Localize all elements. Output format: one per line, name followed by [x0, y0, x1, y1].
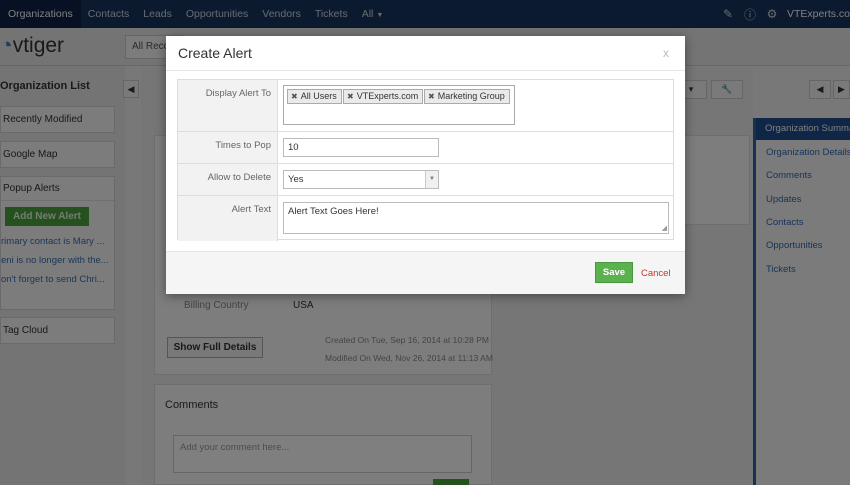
recipient-tag: ✖ Marketing Group: [424, 89, 510, 104]
remove-tag-icon[interactable]: ✖: [291, 92, 298, 101]
allow-to-delete-value: Yes: [288, 174, 304, 185]
allow-to-delete-label: Allow to Delete: [178, 164, 277, 195]
recipient-tag: ✖ VTExperts.com: [343, 89, 424, 104]
form-row-alert-text: Alert Text Alert Text Goes Here! ◢: [178, 196, 673, 241]
times-to-pop-label: Times to Pop: [178, 132, 277, 163]
alert-form: Display Alert To ✖ All Users ✖ VTExperts.c…: [177, 79, 674, 241]
resize-handle-icon[interactable]: ◢: [662, 224, 667, 232]
alert-text-cell: Alert Text Goes Here! ◢: [277, 196, 673, 241]
close-icon[interactable]: x: [663, 46, 669, 60]
remove-tag-icon[interactable]: ✖: [428, 92, 435, 101]
allow-to-delete-cell: Yes ▼: [277, 164, 673, 195]
cancel-link[interactable]: Cancel: [641, 268, 671, 279]
alert-text-value: Alert Text Goes Here!: [288, 206, 379, 217]
display-alert-to-label: Display Alert To: [178, 80, 277, 131]
chevron-down-icon: ▼: [425, 171, 438, 188]
times-to-pop-cell: 10: [277, 132, 673, 163]
times-to-pop-input[interactable]: 10: [283, 138, 439, 157]
form-row-display-alert-to: Display Alert To ✖ All Users ✖ VTExperts.c…: [178, 80, 673, 132]
recipient-tag-label: Marketing Group: [437, 91, 505, 101]
dialog-footer: Save Cancel: [166, 251, 685, 294]
form-row-times-to-pop: Times to Pop 10: [178, 132, 673, 164]
create-alert-dialog: Create Alert x Display Alert To ✖ All Use…: [166, 36, 685, 294]
dialog-title: Create Alert: [178, 45, 252, 61]
alert-text-label: Alert Text: [178, 196, 277, 241]
display-alert-to-multiselect[interactable]: ✖ All Users ✖ VTExperts.com ✖ Marketing Gro…: [283, 85, 515, 125]
remove-tag-icon[interactable]: ✖: [347, 92, 354, 101]
alert-text-textarea[interactable]: Alert Text Goes Here! ◢: [283, 202, 669, 234]
form-row-allow-to-delete: Allow to Delete Yes ▼: [178, 164, 673, 196]
recipient-tag-label: All Users: [300, 91, 337, 101]
recipient-tag-label: VTExperts.com: [356, 91, 419, 101]
display-alert-to-cell: ✖ All Users ✖ VTExperts.com ✖ Marketing Gro…: [277, 80, 673, 131]
save-button[interactable]: Save: [595, 262, 633, 283]
dialog-divider: [166, 70, 685, 71]
recipient-tag: ✖ All Users: [287, 89, 342, 104]
allow-to-delete-select[interactable]: Yes ▼: [283, 170, 439, 189]
